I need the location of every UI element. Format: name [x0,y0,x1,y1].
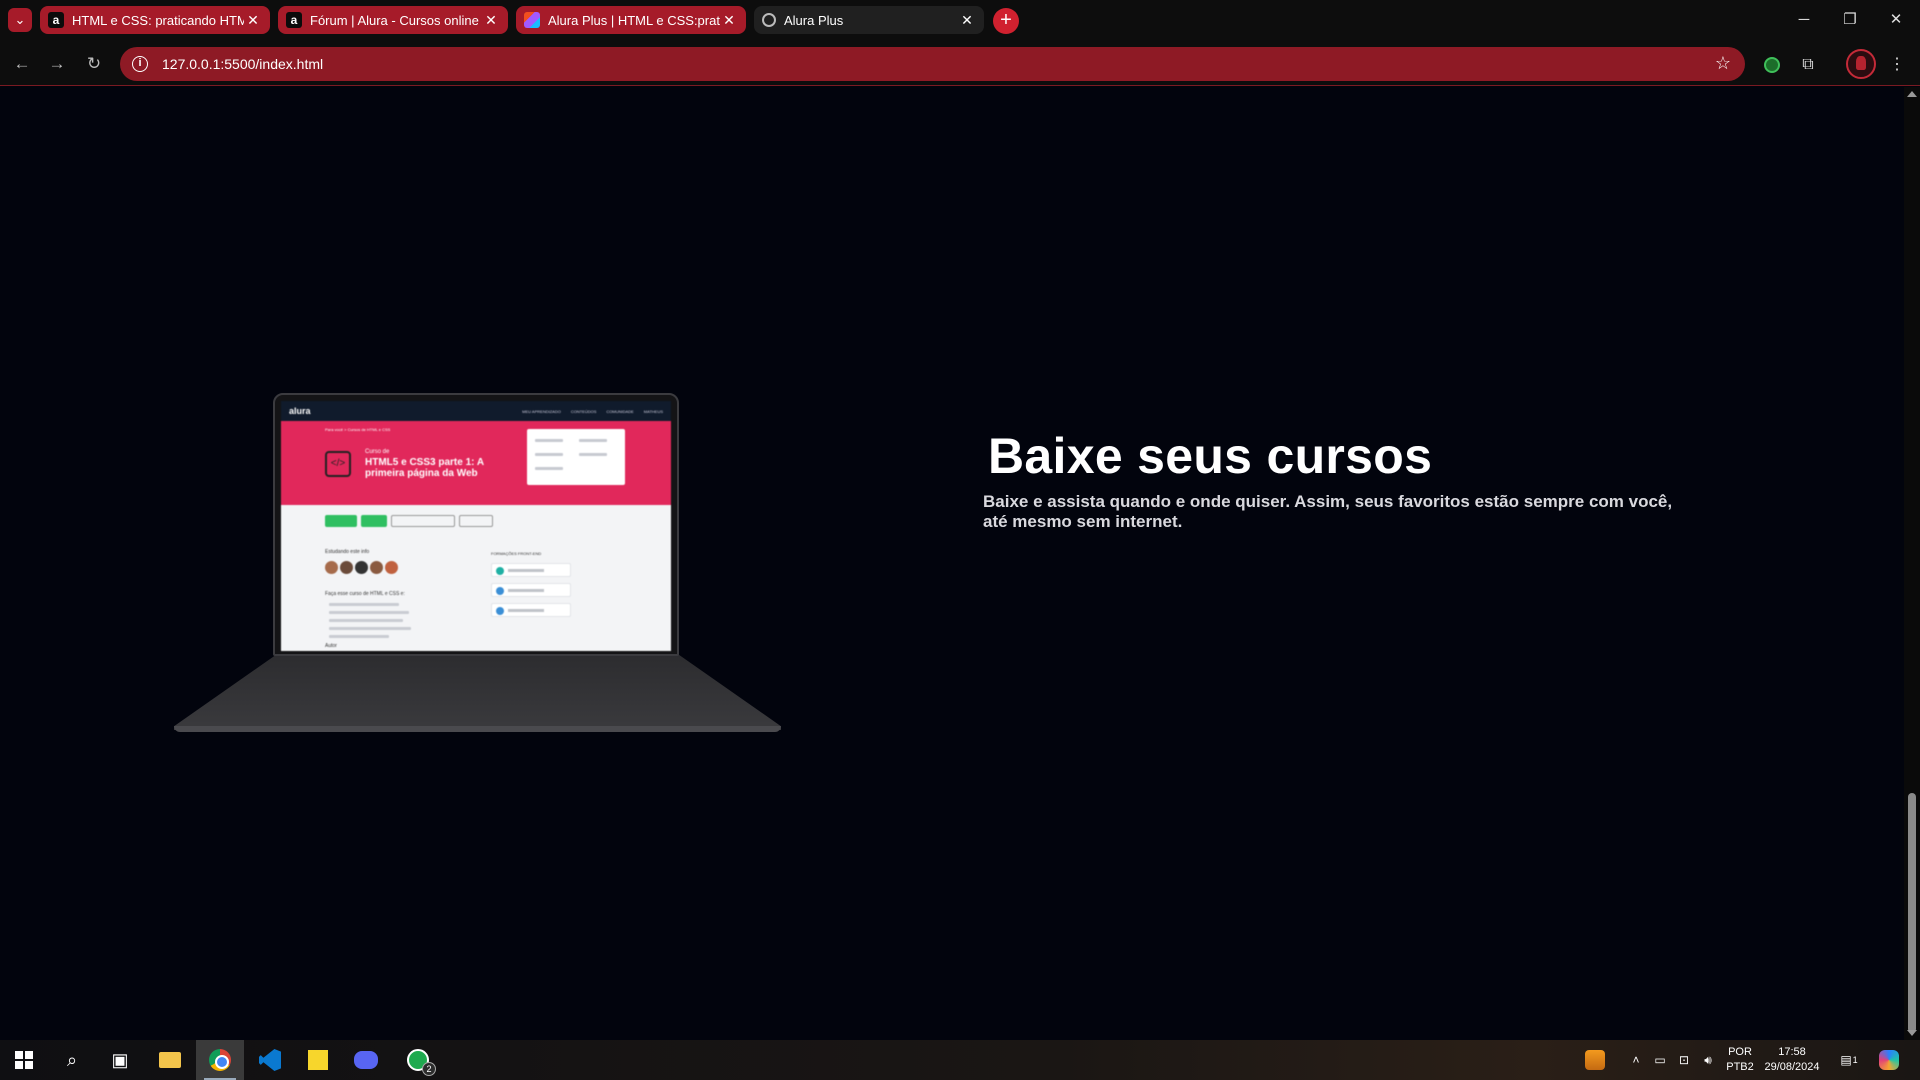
tab-title: Alura Plus | HTML e CSS:praticando [548,12,720,28]
task-view-icon[interactable]: ▣ [96,1040,144,1080]
input-language-indicator[interactable]: POR PTB2 [1722,1040,1758,1080]
browser-toolbar: ← → ↻ i 127.0.0.1:5500/index.html ☆ ⧉ ⋮ [0,42,1920,86]
back-icon[interactable]: ← [10,52,34,76]
close-icon[interactable]: ✕ [958,12,976,29]
screen-author-label: Autor [325,643,337,649]
code-icon: </> [325,451,351,477]
screen-side-item [491,583,571,597]
alura-icon: a [48,12,64,28]
screen-nav-item: COMUNIDADE [606,408,634,414]
address-bar[interactable]: i 127.0.0.1:5500/index.html ☆ [120,47,1745,81]
windows-taskbar: ⌕ ▣ 2 ˄ ▭ ⊡ 🔊︎ POR PTB2 17:58 29/08/2024… [0,1040,1920,1080]
close-window-icon[interactable]: ✕ [1874,8,1918,32]
weather-icon[interactable] [1580,1040,1610,1080]
laptop-lid: alura MEU APRENDIZADO CONTEÚDOS COMUNIDA… [273,393,679,656]
bookmark-star-icon[interactable]: ☆ [1715,53,1731,74]
hero-title: Baixe seus cursos [988,428,1433,484]
browser-tab-bar: ⌄ a HTML e CSS: praticando HTML/CSS ✕ a … [0,0,1920,42]
sticky-notes-icon[interactable] [294,1040,342,1080]
minimize-icon[interactable]: ─ [1782,8,1826,32]
screen-nav-item: MEU APRENDIZADO [522,408,561,414]
vscode-icon[interactable] [246,1040,294,1080]
close-icon[interactable]: ✕ [244,12,262,29]
tab-title: Alura Plus [784,12,844,28]
search-icon[interactable]: ⌕ [48,1040,96,1080]
tab-html-css-praticando[interactable]: a HTML e CSS: praticando HTML/CSS ✕ [40,6,270,34]
extensions-puzzle-icon[interactable]: ⧉ [1797,54,1819,76]
screen-course-info-card [527,429,625,485]
discord-icon[interactable] [342,1040,390,1080]
screen-about-label: Faça esse curso de HTML e CSS e: [325,591,405,597]
keyboard-layout: PTB2 [1726,1061,1754,1073]
windows-icon [15,1051,33,1069]
scroll-down-icon[interactable] [1907,1030,1917,1036]
clock-date: 29/08/2024 [1764,1061,1820,1073]
language-code: POR [1728,1046,1752,1058]
screen-avatars [325,561,398,574]
scroll-up-icon[interactable] [1907,91,1917,97]
tab-alura-plus-figma[interactable]: Alura Plus | HTML e CSS:praticando ✕ [516,6,746,34]
screen-nav-item: MATHEUS [643,408,663,414]
laptop-screen: alura MEU APRENDIZADO CONTEÚDOS COMUNIDA… [281,401,671,651]
close-icon[interactable]: ✕ [482,12,500,29]
copilot-icon[interactable] [1874,1040,1904,1080]
close-icon[interactable]: ✕ [720,12,738,29]
screen-course-kicker: Curso de [365,449,390,455]
network-icon[interactable]: ⊡ [1674,1040,1694,1080]
meet-now-icon[interactable]: ▭ [1650,1040,1670,1080]
screen-side-item [491,603,571,617]
screen-action-buttons [325,515,493,527]
screen-course-banner: Para você > Cursos de HTML e CSS </> Cur… [281,421,671,505]
notifications-count: 1 [1852,1055,1858,1065]
tab-alura-plus-active[interactable]: Alura Plus ✕ [754,6,984,34]
whatsapp-icon[interactable]: 2 [394,1040,442,1080]
screen-breadcrumb: Para você > Cursos de HTML e CSS [325,427,391,432]
page-scrollbar[interactable] [1904,87,1920,1040]
tab-title: Fórum | Alura - Cursos online de Tecnolo… [310,12,482,28]
laptop-mockup-image: alura MEU APRENDIZADO CONTEÚDOS COMUNIDA… [160,390,800,750]
laptop-keyboard-deck [174,654,781,730]
show-hidden-icons-chevron-icon[interactable]: ˄ [1626,1040,1646,1080]
scrollbar-thumb[interactable] [1908,793,1916,1033]
screen-studying-label: Estudando este info [325,549,370,555]
forward-icon[interactable]: → [45,52,69,76]
screen-side-item [491,563,571,577]
globe-icon [762,13,776,27]
address-url[interactable]: 127.0.0.1:5500/index.html [162,56,323,72]
menu-kebab-icon[interactable]: ⋮ [1886,54,1908,76]
chrome-icon[interactable] [196,1040,244,1080]
clock[interactable]: 17:58 29/08/2024 [1762,1040,1822,1080]
screen-logo: alura [289,406,311,416]
screen-nav-item: CONTEÚDOS [570,408,597,414]
notifications-icon[interactable]: ▤ 1 [1834,1040,1864,1080]
site-info-icon[interactable]: i [132,56,148,72]
alura-icon: a [286,12,302,28]
start-button[interactable] [0,1040,48,1080]
laptop-base-edge [174,726,781,732]
restore-icon[interactable]: ❐ [1828,8,1872,32]
whatsapp-badge: 2 [422,1062,436,1076]
tab-forum-alura[interactable]: a Fórum | Alura - Cursos online de Tecno… [278,6,508,34]
screen-formations-label: FORMAÇÕES FRONT-END [491,551,542,556]
reload-icon[interactable]: ↻ [82,52,106,76]
screen-navbar: alura MEU APRENDIZADO CONTEÚDOS COMUNIDA… [281,401,671,421]
profile-avatar[interactable] [1846,49,1876,79]
figma-icon [524,12,540,28]
tab-search-icon[interactable]: ⌄ [8,8,32,32]
new-tab-button[interactable]: + [993,8,1019,34]
hero-description: Baixe e assista quando e onde quiser. As… [983,492,1673,531]
volume-icon[interactable]: 🔊︎ [1698,1040,1718,1080]
extension-icon[interactable] [1764,57,1780,73]
clock-time: 17:58 [1778,1046,1806,1058]
tab-title: HTML e CSS: praticando HTML/CSS [72,12,244,28]
screen-course-title: HTML5 e CSS3 parte 1: A primeira página … [365,457,484,479]
file-explorer-icon[interactable] [146,1040,194,1080]
